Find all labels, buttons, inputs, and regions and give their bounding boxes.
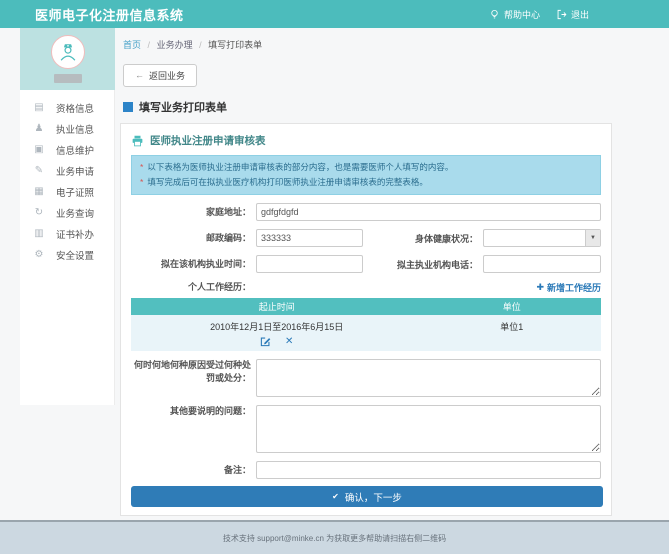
user-profile-box xyxy=(20,28,115,90)
check-icon: ✔ xyxy=(332,492,339,501)
other-issues-label: 其他要说明的问题： xyxy=(131,405,256,418)
sidebar: ▤ 资格信息 ♟ 执业信息 ▣ 信息维护 ✎ 业务申请 ▦ 电子证照 ↻ 业务查… xyxy=(20,28,115,405)
remark-input[interactable] xyxy=(256,461,601,479)
work-unit-value: 单位1 xyxy=(422,315,601,351)
logout-link[interactable]: 退出 xyxy=(556,8,589,21)
gear-icon: ⚙ xyxy=(32,249,46,260)
page-footer: 技术支持 support@minke.cn 为获取更多帮助请扫描右侧二维码 xyxy=(0,520,669,554)
breadcrumb-home[interactable]: 首页 xyxy=(123,40,141,50)
breadcrumb: 首页 / 业务办理 / 填写打印表单 xyxy=(120,36,669,51)
edit-row-icon[interactable] xyxy=(260,336,271,347)
notice-line: *以下表格为医师执业注册申请审核表的部分内容，也是需要医师个人填写的内容。 xyxy=(140,160,592,175)
printer-icon xyxy=(131,135,144,147)
sidebar-item-business-query[interactable]: ↻ 业务查询 xyxy=(20,202,114,223)
work-period-value: 2010年12月1日至2016年6月15日 xyxy=(131,320,422,333)
asterisk-marker: * xyxy=(140,162,143,172)
edit-icon: ✎ xyxy=(32,165,46,176)
doctor-avatar-icon xyxy=(57,41,79,63)
help-center-link[interactable]: 帮助中心 xyxy=(489,8,540,21)
punishment-textarea[interactable] xyxy=(256,359,601,397)
remark-label: 备注： xyxy=(131,464,256,477)
user-name-redacted xyxy=(54,74,82,83)
other-issues-textarea[interactable] xyxy=(256,405,601,453)
avatar[interactable] xyxy=(51,35,85,69)
work-experience-label: 个人工作经历： xyxy=(131,281,256,294)
sidebar-item-info-maintenance[interactable]: ▣ 信息维护 xyxy=(20,139,114,160)
main-content: 首页 / 业务办理 / 填写打印表单 ← 返回业务 填写业务打印表单 xyxy=(115,28,669,516)
sidebar-item-business-application[interactable]: ✎ 业务申请 xyxy=(20,160,114,181)
page-title: 填写业务打印表单 xyxy=(139,99,227,115)
logout-icon xyxy=(556,9,567,20)
notice-box: *以下表格为医师执业注册申请审核表的部分内容，也是需要医师个人填写的内容。 *填… xyxy=(131,155,601,195)
asterisk-marker: * xyxy=(140,177,143,187)
add-work-experience-link[interactable]: ✚ 新增工作经历 xyxy=(536,281,601,294)
certificate-icon: ▦ xyxy=(32,186,46,197)
home-address-input[interactable] xyxy=(256,203,601,221)
lightbulb-icon xyxy=(489,9,500,20)
practice-time-input[interactable] xyxy=(256,255,363,273)
back-arrow-icon: ← xyxy=(135,71,144,80)
back-to-business-button[interactable]: ← 返回业务 xyxy=(123,64,197,87)
column-header-unit: 单位 xyxy=(422,298,601,315)
user-icon: ♟ xyxy=(32,123,46,134)
support-text: 技术支持 support@minke.cn 为获取更多帮助请扫描右侧二维码 xyxy=(223,533,446,544)
app-title: 医师电子化注册信息系统 xyxy=(35,5,184,24)
sidebar-item-security-settings[interactable]: ⚙ 安全设置 xyxy=(20,244,114,265)
query-icon: ↻ xyxy=(32,207,46,218)
org-phone-label: 拟主执业机构电话： xyxy=(363,258,483,271)
sidebar-item-electronic-certificate[interactable]: ▦ 电子证照 xyxy=(20,181,114,202)
org-phone-input[interactable] xyxy=(483,255,601,273)
notice-line: *填写完成后可在拟执业医疗机构打印医师执业注册申请审核表的完整表格。 xyxy=(140,175,592,190)
health-status-select[interactable]: ▼ xyxy=(483,229,601,247)
id-card-icon: ▣ xyxy=(32,144,46,155)
plus-icon: ✚ xyxy=(536,282,544,293)
work-experience-table: 起止时间 单位 2010年12月1日至2016年6月15日 xyxy=(131,298,601,351)
form-title: 医师执业注册申请审核表 xyxy=(150,133,266,148)
title-marker-square xyxy=(123,102,133,112)
review-form-panel: 医师执业注册申请审核表 *以下表格为医师执业注册申请审核表的部分内容，也是需要医… xyxy=(120,123,612,516)
sidebar-menu: ▤ 资格信息 ♟ 执业信息 ▣ 信息维护 ✎ 业务申请 ▦ 电子证照 ↻ 业务查… xyxy=(20,90,115,405)
breadcrumb-section[interactable]: 业务办理 xyxy=(157,40,193,50)
confirm-next-button[interactable]: ✔ 确认，下一步 xyxy=(131,486,603,507)
sidebar-item-certificate-reissue[interactable]: ▥ 证书补办 xyxy=(20,223,114,244)
delete-row-icon[interactable]: ✕ xyxy=(285,336,293,347)
table-row: 2010年12月1日至2016年6月15日 ✕ xyxy=(131,315,601,351)
column-header-period: 起止时间 xyxy=(131,298,422,315)
postal-code-input[interactable] xyxy=(256,229,363,247)
breadcrumb-current: 填写打印表单 xyxy=(208,40,262,50)
chevron-down-icon: ▼ xyxy=(585,230,600,246)
punishment-label: 何时何地何种原因受过何种处罚或处分： xyxy=(131,359,256,385)
postal-code-label: 邮政编码： xyxy=(131,232,256,245)
app-header: 医师电子化注册信息系统 帮助中心 退出 xyxy=(0,0,669,28)
calendar-icon: ▥ xyxy=(32,228,46,239)
home-address-label: 家庭地址： xyxy=(131,206,256,219)
health-status-label: 身体健康状况： xyxy=(363,232,483,245)
document-icon: ▤ xyxy=(32,102,46,113)
practice-time-label: 拟在该机构执业时间： xyxy=(131,258,256,271)
sidebar-item-practice-info[interactable]: ♟ 执业信息 xyxy=(20,118,114,139)
sidebar-item-qualification-info[interactable]: ▤ 资格信息 xyxy=(20,97,114,118)
